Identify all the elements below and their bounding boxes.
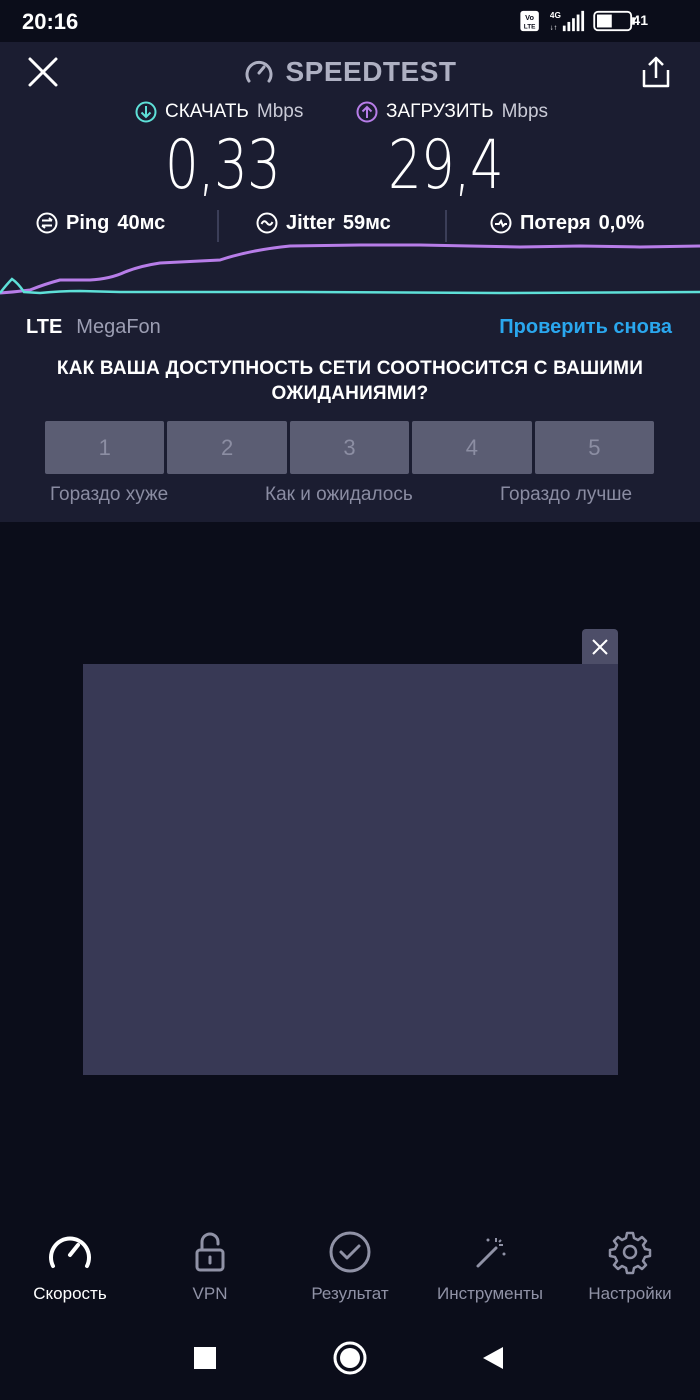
speedometer-logo-icon bbox=[245, 60, 272, 83]
rating-label-low: Гораздо хуже bbox=[50, 484, 169, 505]
loss-stat: Потеря 0,0% bbox=[490, 204, 644, 242]
nav-item-speed[interactable]: Скорость bbox=[0, 1220, 140, 1320]
download-arrow-icon bbox=[135, 101, 157, 123]
speedometer-icon bbox=[49, 1236, 91, 1268]
share-icon bbox=[642, 56, 670, 88]
status-time: 20:16 bbox=[22, 9, 79, 34]
back-button bbox=[483, 1347, 503, 1369]
upload-header: ЗАГРУЗИТЬ Mbps bbox=[356, 98, 548, 126]
upload-arrow-icon bbox=[356, 101, 378, 123]
close-icon bbox=[592, 638, 608, 655]
stats-row: Ping 40мс Jitter 59мс Потеря 0,0% bbox=[0, 204, 700, 242]
connection-info: LTE MegaFon bbox=[26, 312, 161, 342]
signal-icon: 4G ↓↑ bbox=[550, 10, 585, 31]
nav-label: Результат bbox=[311, 1284, 389, 1303]
speed-graph bbox=[0, 243, 700, 295]
download-label: СКАЧАТЬ bbox=[165, 101, 249, 122]
ping-icon bbox=[36, 212, 58, 234]
magic-wand-icon bbox=[476, 1238, 506, 1268]
survey-question: КАК ВАША ДОСТУПНОСТЬ СЕТИ СООТНОСИТСЯ С … bbox=[56, 358, 644, 404]
retest-button[interactable]: Проверить снова bbox=[499, 312, 672, 342]
jitter-stat: Jitter 59мс bbox=[256, 204, 391, 242]
nav-item-results[interactable]: Результат bbox=[280, 1220, 420, 1320]
upload-speed-line bbox=[0, 243, 700, 295]
rating-option-1[interactable]: 1 bbox=[45, 421, 165, 474]
ping-value: 40мс bbox=[117, 211, 166, 234]
svg-text:LTE: LTE bbox=[524, 23, 536, 30]
rating-label-high: Гораздо лучше bbox=[500, 484, 633, 505]
nav-label: Скорость bbox=[33, 1284, 107, 1303]
download-header: СКАЧАТЬ Mbps bbox=[135, 98, 303, 126]
stats-divider bbox=[445, 210, 447, 242]
system-nav-bar bbox=[194, 1341, 503, 1375]
nav-item-vpn[interactable]: VPN bbox=[140, 1220, 280, 1320]
carrier-name: MegaFon bbox=[76, 315, 161, 338]
gear-icon bbox=[608, 1231, 652, 1275]
nav-label: Инструменты bbox=[436, 1284, 543, 1303]
app-logo: SPEEDTEST bbox=[0, 56, 700, 88]
battery-icon bbox=[593, 10, 635, 32]
bottom-nav: Скорость VPN Результат Инструменты Настр… bbox=[0, 1220, 700, 1320]
battery-level: 41 bbox=[632, 12, 648, 28]
loss-value: 0,0% bbox=[598, 211, 645, 234]
rating-option-2[interactable]: 2 bbox=[167, 421, 287, 474]
status-icons: Vo LTE 4G ↓↑ bbox=[520, 10, 635, 32]
upload-value: 29,4 bbox=[388, 126, 504, 205]
nav-item-tools[interactable]: Инструменты bbox=[420, 1220, 560, 1320]
download-speed-line bbox=[0, 277, 700, 295]
ad-banner[interactable] bbox=[83, 664, 618, 1075]
home-button bbox=[333, 1341, 367, 1375]
ad-close-button[interactable] bbox=[582, 629, 618, 664]
rating-option-3[interactable]: 3 bbox=[289, 421, 410, 474]
stats-divider bbox=[217, 210, 219, 242]
app-title: SPEEDTEST bbox=[285, 56, 457, 87]
download-value: 0,33 bbox=[165, 126, 281, 205]
packet-loss-icon bbox=[490, 212, 512, 234]
upload-unit: Mbps bbox=[501, 101, 549, 122]
check-circle-icon bbox=[329, 1231, 371, 1273]
upload-label: ЗАГРУЗИТЬ bbox=[386, 101, 494, 122]
recent-apps-button bbox=[194, 1347, 216, 1369]
svg-text:Vo: Vo bbox=[525, 13, 534, 22]
unlock-icon bbox=[195, 1232, 225, 1272]
ping-label: Ping bbox=[66, 211, 110, 234]
volte-icon: Vo LTE bbox=[520, 10, 539, 32]
nav-label: VPN bbox=[192, 1284, 228, 1303]
ping-stat: Ping 40мс bbox=[36, 204, 165, 242]
loss-label: Потеря bbox=[520, 211, 591, 234]
rating-scale: 1 2 3 4 5 bbox=[45, 421, 655, 474]
rating-option-4[interactable]: 4 bbox=[412, 421, 532, 474]
rating-label-mid: Как и ожидалось bbox=[265, 484, 413, 505]
svg-text:4G: 4G bbox=[550, 10, 561, 20]
nav-item-settings[interactable]: Настройки bbox=[560, 1220, 700, 1320]
svg-text:↓↑: ↓↑ bbox=[550, 22, 557, 31]
jitter-label: Jitter bbox=[286, 211, 335, 234]
nav-label: Настройки bbox=[588, 1284, 672, 1303]
share-button[interactable] bbox=[638, 54, 674, 90]
status-bar: 20:16 Vo LTE 4G ↓↑ 41 bbox=[0, 0, 700, 42]
download-unit: Mbps bbox=[256, 101, 304, 122]
rating-option-5[interactable]: 5 bbox=[534, 421, 655, 474]
jitter-value: 59мс bbox=[342, 211, 391, 234]
jitter-icon bbox=[256, 212, 278, 234]
connection-type: LTE bbox=[26, 315, 63, 338]
